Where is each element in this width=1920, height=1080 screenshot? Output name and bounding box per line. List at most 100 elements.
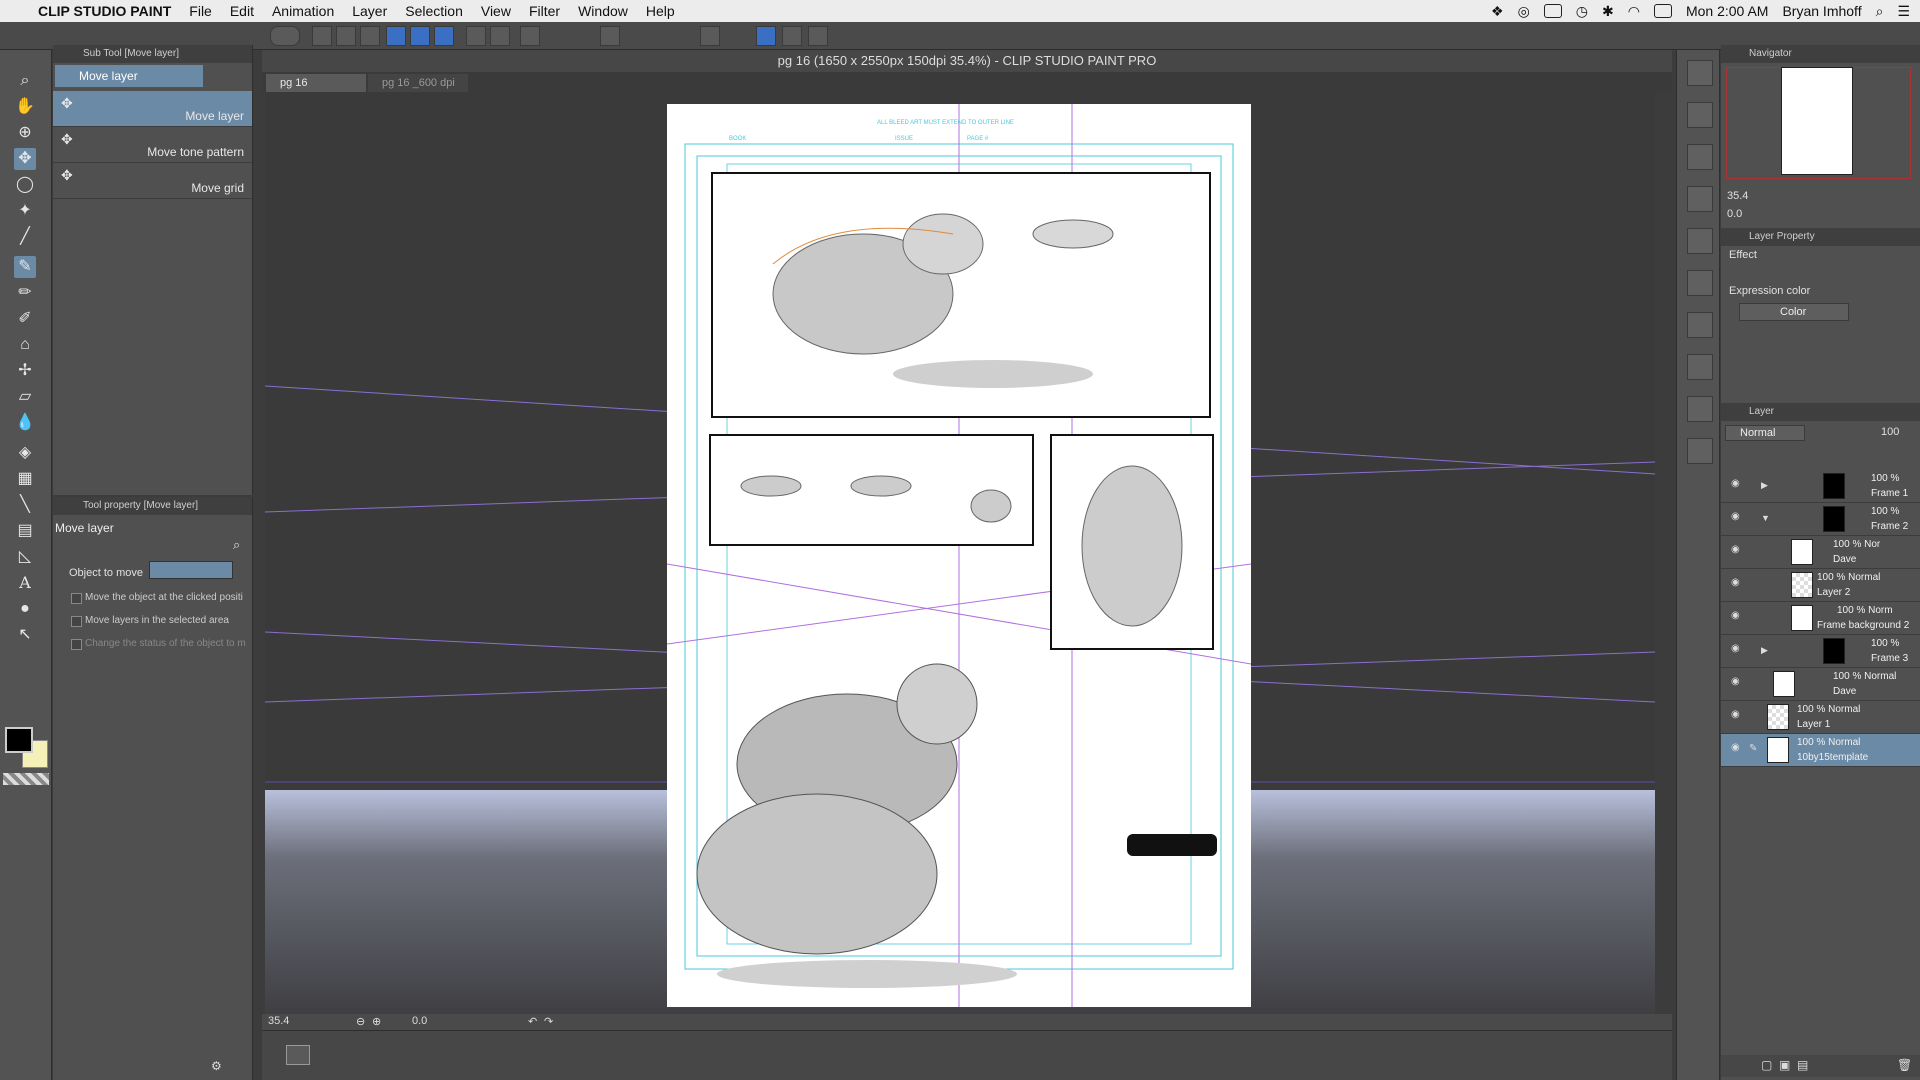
canvas-viewport[interactable]: ALL BLEED ART MUST EXTEND TO OUTER LINE … (265, 92, 1655, 1017)
new-folder-icon[interactable]: ▤ (1797, 1058, 1808, 1072)
user-name[interactable]: Bryan Imhoff (1782, 3, 1861, 19)
subtool-group-tab[interactable]: Move layer (55, 65, 203, 87)
navigator-rotation[interactable]: 0.0 (1727, 208, 1742, 220)
material-search-icon[interactable] (1687, 438, 1713, 464)
notification-center-icon[interactable]: ☰ (1897, 3, 1910, 20)
material-background-icon[interactable] (1687, 312, 1713, 338)
navigator-zoom[interactable]: 35.4 (1727, 190, 1748, 202)
menu-window[interactable]: Window (578, 3, 628, 19)
tab-pg16[interactable]: pg 16 (266, 74, 366, 92)
blend-mode-select[interactable]: Normal (1725, 425, 1805, 441)
gradient-tool-icon[interactable]: ▦ (14, 468, 36, 490)
canvas-zoom-value[interactable]: 35.4 (268, 1015, 289, 1027)
transparent-color-swatch[interactable] (3, 773, 49, 785)
collapse-arrow-icon[interactable]: ▼ (1761, 513, 1770, 523)
option-move-selected-area[interactable]: Move layers in the selected area (71, 615, 229, 627)
frame-1[interactable] (711, 172, 1211, 418)
eraser-tool-icon[interactable]: ▱ (14, 386, 36, 408)
visibility-eye-icon[interactable]: ◉ (1731, 578, 1741, 588)
delete-layer-icon[interactable]: 🗑 (1897, 1058, 1912, 1072)
frame-3[interactable] (1050, 434, 1214, 650)
zoom-in-icon[interactable]: ⊕ (372, 1015, 381, 1028)
material-3d-icon[interactable] (1687, 144, 1713, 170)
correct-line-tool-icon[interactable]: ↖ (14, 624, 36, 646)
zoom-tool-icon[interactable]: ⌕ (14, 70, 36, 92)
menu-file[interactable]: File (189, 3, 212, 19)
visibility-eye-icon[interactable]: ◉ (1731, 479, 1741, 489)
tab-pg16-600dpi[interactable]: pg 16 _600 dpi (368, 74, 468, 92)
settings-search-icon[interactable]: ⌕ (233, 537, 240, 553)
brush-tool-icon[interactable]: ✐ (14, 308, 36, 330)
open-file-icon[interactable] (336, 26, 356, 46)
material-pose-icon[interactable] (1687, 228, 1713, 254)
expand-arrow-icon[interactable]: ▶ (1761, 645, 1768, 656)
navigator-title[interactable]: Navigator (1721, 45, 1920, 63)
menu-animation[interactable]: Animation (272, 3, 334, 19)
app-menu[interactable]: CLIP STUDIO PAINT (38, 3, 171, 19)
layer-row-10by15template[interactable]: ◉ ✎ 100 % Normal 10by15template (1721, 734, 1920, 767)
fill-tool-icon[interactable]: ◈ (14, 442, 36, 464)
rotate-left-icon[interactable]: ↶ (528, 1015, 537, 1028)
visibility-eye-icon[interactable]: ◉ (1731, 611, 1741, 621)
lasso-tool-icon[interactable]: ◯ (14, 174, 36, 196)
tool-settings-icon[interactable]: ⚙ (211, 1059, 222, 1073)
option-move-clicked-object[interactable]: Move the object at the clicked positi (71, 592, 243, 604)
wifi-icon[interactable]: ◠ (1628, 3, 1640, 20)
layer-row-dave-1[interactable]: ◉ 100 % Nor Dave (1721, 536, 1920, 569)
subtool-move-tone-pattern[interactable]: ✥ Move tone pattern (53, 127, 252, 163)
text-tool-icon[interactable]: A (14, 572, 36, 594)
expand-arrow-icon[interactable]: ▶ (1761, 480, 1768, 491)
ruler-tool-icon[interactable]: ◺ (14, 546, 36, 568)
rotate-right-icon[interactable]: ↷ (544, 1015, 553, 1028)
visibility-eye-icon[interactable]: ◉ (1731, 644, 1741, 654)
layer-row-layer1[interactable]: ◉ 100 % Normal Layer 1 (1721, 701, 1920, 734)
layer-panel-title[interactable]: Layer (1721, 403, 1920, 421)
material-manga-icon[interactable] (1687, 354, 1713, 380)
visibility-eye-icon[interactable]: ◉ (1731, 743, 1741, 753)
visibility-eye-icon[interactable]: ◉ (1731, 512, 1741, 522)
clip-studio-icon[interactable] (270, 26, 300, 46)
main-color-swatch[interactable] (5, 727, 33, 753)
zoom-out-icon[interactable]: ⊖ (356, 1015, 365, 1028)
layer-row-frame2[interactable]: ◉ ▼ 100 % Frame 2 (1721, 503, 1920, 536)
redo-icon[interactable] (490, 26, 510, 46)
canvas-rotation-value[interactable]: 0.0 (412, 1015, 427, 1027)
undo-icon[interactable] (466, 26, 486, 46)
frame-border-tool-icon[interactable]: ▤ (14, 520, 36, 542)
navigator-thumbnail[interactable] (1781, 67, 1853, 175)
menu-selection[interactable]: Selection (405, 3, 463, 19)
object-to-move-selector[interactable] (149, 561, 233, 579)
move-layer-tool-icon[interactable]: ✥ (14, 148, 36, 170)
material-brush-icon[interactable] (1687, 270, 1713, 296)
time-machine-icon[interactable]: ◷ (1576, 3, 1588, 20)
visibility-eye-icon[interactable]: ◉ (1731, 677, 1741, 687)
creative-cloud-icon[interactable]: ◎ (1518, 3, 1530, 20)
transform-icon[interactable] (520, 26, 540, 46)
hand-tool-icon[interactable]: ✋ (14, 96, 36, 118)
layer-row-layer2[interactable]: ◉ 100 % Normal Layer 2 (1721, 569, 1920, 602)
blend-tool-icon[interactable]: 💧 (14, 412, 36, 434)
save-icon[interactable] (360, 26, 380, 46)
learn-icon[interactable] (808, 26, 828, 46)
pen-tool-icon[interactable]: ✎ (14, 256, 36, 278)
material-tone-icon[interactable] (1687, 186, 1713, 212)
decoration-tool-icon[interactable]: ✢ (14, 360, 36, 382)
menu-help[interactable]: Help (646, 3, 675, 19)
menu-edit[interactable]: Edit (230, 3, 254, 19)
snap-special-ruler-icon[interactable] (700, 26, 720, 46)
snap-ruler-icon[interactable] (600, 26, 620, 46)
new-file-icon[interactable] (312, 26, 332, 46)
new-layer-icon[interactable]: ▢ (1761, 1058, 1772, 1072)
material-image-icon[interactable] (1687, 102, 1713, 128)
menu-view[interactable]: View (481, 3, 511, 19)
new-vector-layer-icon[interactable]: ▣ (1779, 1058, 1790, 1072)
magic-wand-tool-icon[interactable]: ✦ (14, 200, 36, 222)
layer-row-frame3[interactable]: ◉ ▶ 100 % Frame 3 (1721, 635, 1920, 668)
layer-row-dave-2[interactable]: ◉ 100 % Normal Dave (1721, 668, 1920, 701)
airbrush-tool-icon[interactable]: ⌂ (14, 334, 36, 356)
menu-layer[interactable]: Layer (352, 3, 387, 19)
figure-tool-icon[interactable]: ╲ (14, 494, 36, 516)
export-jpg-icon[interactable] (386, 26, 406, 46)
layer-opacity[interactable]: 100 (1881, 426, 1899, 438)
balloon-tool-icon[interactable]: ● (14, 598, 36, 620)
